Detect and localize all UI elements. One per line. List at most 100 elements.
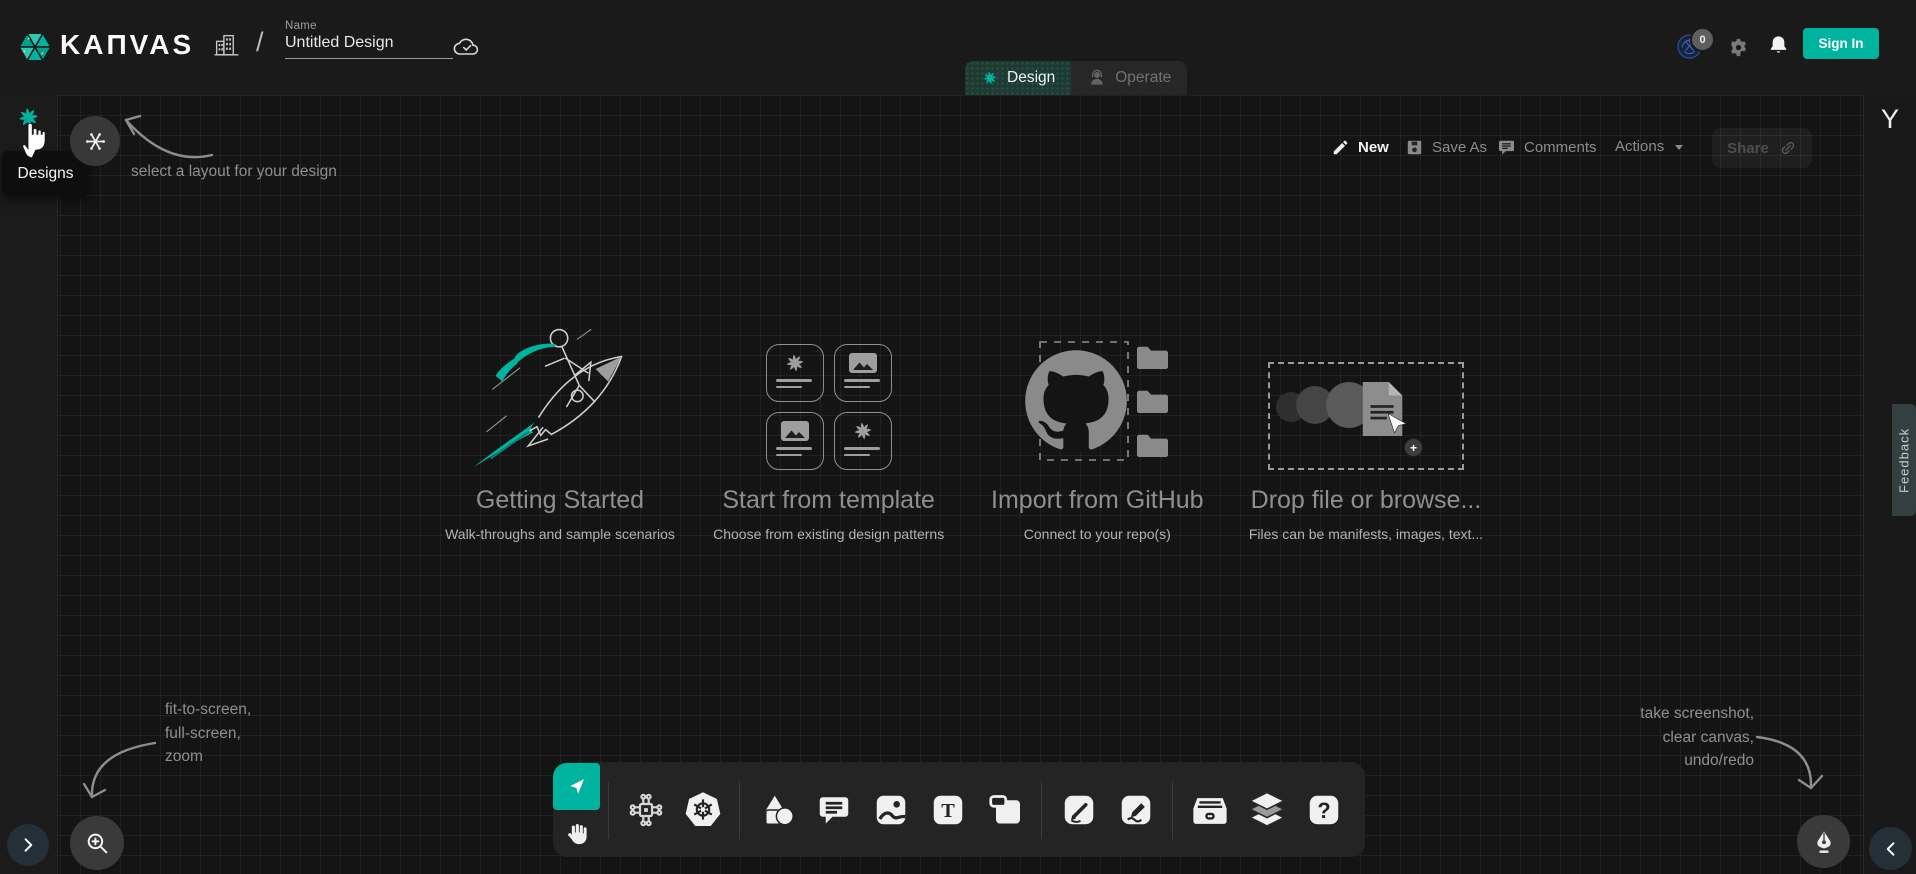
new-design-button[interactable]: New — [1331, 138, 1389, 157]
board-flag-icon — [987, 792, 1023, 828]
kanvas-app: KAΠVAS / Name — [0, 0, 1916, 874]
pen-tool-button[interactable] — [1050, 780, 1107, 840]
kanvas-logo-icon — [16, 28, 54, 66]
design-pinwheel-icon — [981, 69, 999, 87]
chevron-down-icon — [1672, 140, 1686, 154]
top-navbar: KAΠVAS / Name — [0, 0, 1916, 95]
brand-wordmark: KAΠVAS — [60, 29, 194, 61]
circuit-icon — [627, 791, 665, 829]
component-tool-button[interactable] — [617, 780, 674, 840]
template-grid-illustration — [709, 318, 949, 470]
toolbar-divider — [1041, 781, 1042, 839]
toolbar-divider — [608, 781, 609, 839]
toolbar-divider — [739, 781, 740, 839]
text-tool-glyph: T — [941, 800, 955, 822]
share-button[interactable]: Share — [1712, 128, 1812, 168]
screenshot-hint-text: take screenshot, clear canvas, undo/redo — [1640, 702, 1754, 773]
text-tool-button[interactable]: T — [919, 780, 976, 840]
kubernetes-icon — [684, 791, 722, 829]
image-tool-button[interactable] — [862, 780, 919, 840]
operate-person-icon — [1087, 68, 1107, 88]
starter-options: Getting Started Walk-throughs and sample… — [440, 318, 1486, 542]
layers-icon — [1248, 791, 1286, 829]
feedback-tab[interactable]: Feedback — [1892, 404, 1916, 516]
folder-icon — [1137, 347, 1168, 369]
pan-tool-button[interactable] — [553, 810, 600, 857]
pinwheel-icon — [783, 351, 807, 375]
tab-design[interactable]: Design — [965, 61, 1071, 95]
card-start-from-template[interactable]: Start from template Choose from existing… — [709, 318, 949, 542]
organization-icon[interactable] — [213, 32, 240, 59]
cloud-sync-icon — [453, 35, 482, 58]
chevron-right-icon — [19, 836, 37, 854]
plus-badge: + — [1404, 438, 1423, 457]
save-as-label: Save As — [1432, 139, 1487, 156]
card-subtitle: Files can be manifests, images, text... — [1246, 526, 1486, 542]
design-name-input[interactable] — [285, 32, 453, 59]
breadcrumb-separator: / — [256, 27, 264, 58]
sketch-tool-button[interactable] — [1107, 780, 1164, 840]
drop-zone[interactable]: + — [1268, 362, 1464, 470]
kubernetes-tool-button[interactable] — [674, 780, 731, 840]
template-thumb-image — [766, 412, 824, 470]
card-title: Import from GitHub — [977, 486, 1217, 515]
select-tool-button[interactable] — [553, 763, 600, 810]
tab-operate-label: Operate — [1115, 69, 1171, 87]
comment-tool-button[interactable] — [805, 780, 862, 840]
card-import-from-github[interactable]: Import from GitHub Connect to your repo(… — [977, 318, 1217, 542]
pinwheel-icon — [851, 419, 875, 443]
pointer-tools — [553, 763, 600, 857]
collapsed-panel-handle[interactable]: Y — [1877, 104, 1903, 135]
pencil-sketch-icon — [1118, 792, 1154, 828]
folder-icon — [1137, 435, 1168, 457]
actions-dropdown[interactable]: Actions — [1615, 138, 1686, 155]
comment-icon — [816, 792, 852, 828]
zoom-hint-arrow — [70, 735, 165, 815]
expand-left-panel-button[interactable] — [7, 824, 49, 866]
save-floppy-icon — [1405, 138, 1424, 157]
board-tool-button[interactable] — [976, 780, 1033, 840]
actions-label: Actions — [1615, 138, 1664, 155]
toolbar-divider — [1172, 781, 1173, 839]
settings-gear-icon[interactable] — [1727, 36, 1750, 59]
layers-tool-button[interactable] — [1238, 780, 1295, 840]
comments-button[interactable]: Comments — [1497, 138, 1597, 157]
folder-icon — [1137, 391, 1168, 413]
cursor-tool-icon — [566, 776, 587, 797]
chevron-left-icon — [1882, 840, 1900, 858]
drop-file-illustration: + — [1246, 318, 1486, 470]
card-title: Getting Started — [440, 486, 680, 515]
pen-mode-button[interactable] — [1797, 815, 1850, 868]
new-pencil-icon — [1331, 138, 1350, 157]
design-name-field: Name — [285, 20, 453, 59]
card-drop-file[interactable]: + Drop file or browse... Files can be ma… — [1246, 318, 1486, 542]
sign-in-button[interactable]: Sign In — [1803, 28, 1879, 59]
save-as-button[interactable]: Save As — [1405, 138, 1487, 157]
notifications-bell-icon[interactable] — [1766, 33, 1791, 58]
zoom-hint-text: fit-to-screen, full-screen, zoom — [165, 698, 251, 769]
snowflake-icon — [84, 130, 107, 153]
template-thumb-image — [834, 344, 892, 402]
tab-design-label: Design — [1007, 69, 1055, 87]
hand-cursor-pointer-icon — [20, 116, 47, 160]
left-panel-strip — [0, 95, 58, 874]
card-getting-started[interactable]: Getting Started Walk-throughs and sample… — [440, 318, 680, 542]
share-label: Share — [1727, 140, 1769, 157]
drawer-icon — [1191, 791, 1229, 829]
template-thumb-design — [766, 344, 824, 402]
zoom-button[interactable] — [70, 816, 124, 870]
shapes-tool-button[interactable] — [748, 780, 805, 840]
card-title: Start from template — [709, 486, 949, 515]
image-tool-icon — [873, 792, 909, 828]
new-label: New — [1358, 139, 1389, 156]
card-title: Drop file or browse... — [1246, 486, 1486, 515]
help-tool-button[interactable]: ? — [1295, 780, 1352, 840]
drawer-tool-button[interactable] — [1181, 780, 1238, 840]
shapes-icon — [759, 792, 795, 828]
screenshot-hint-arrow — [1745, 728, 1830, 808]
tab-operate[interactable]: Operate — [1071, 61, 1187, 95]
github-illustration — [977, 318, 1217, 470]
expand-right-panel-button[interactable] — [1869, 827, 1912, 870]
image-icon — [781, 421, 809, 441]
help-glyph: ? — [1317, 797, 1330, 822]
